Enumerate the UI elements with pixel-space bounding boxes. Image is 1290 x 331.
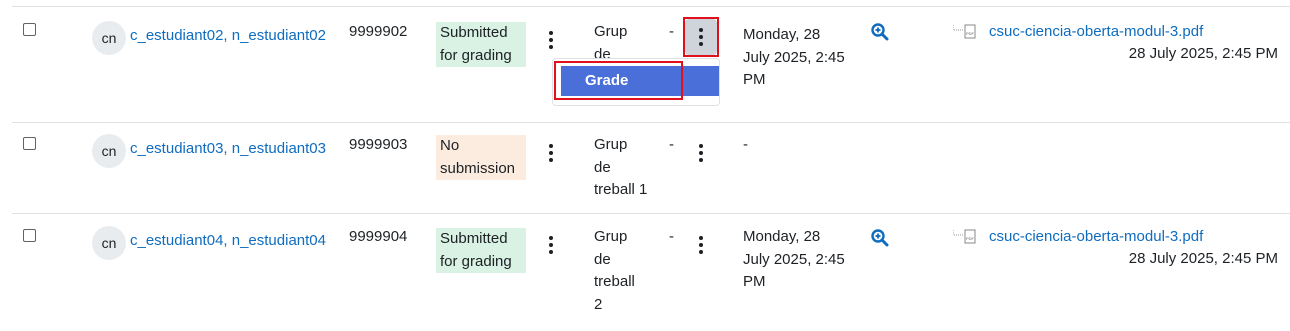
status-line: Submitted [440,24,508,41]
last-modified-date: - [743,134,855,157]
row-select-checkbox[interactable] [23,229,36,242]
group-line: de [594,158,611,176]
grade-actions-kebab-icon[interactable] [692,233,710,259]
last-modified-date: Monday, 28 July 2025, 2:45 PM [743,24,855,92]
status-actions-kebab-icon[interactable] [542,233,560,259]
status-actions-kebab-icon[interactable] [542,28,560,54]
row-select-checkbox[interactable] [23,137,36,150]
highlight-box [554,61,683,100]
date-line: Monday, 28 [743,26,821,43]
avatar: cn [92,21,126,55]
status-line: for grading [440,252,512,270]
pdf-file-icon: PDF [953,24,976,39]
status-line: Submitted [440,230,508,247]
id-number: 9999904 [349,228,408,245]
status-badge: Submitted for grading [436,228,526,273]
group-line: de [594,250,611,268]
group-dash: - [669,136,674,153]
status-line: submission [440,159,516,177]
date-line: July 2025, 2:45 [743,250,845,268]
row-select-checkbox[interactable] [23,23,36,36]
submission-file-link[interactable]: csuc-ciencia-oberta-modul-3.pdf [989,226,1203,249]
student-name-link[interactable]: c_estudiant03, n_estudiant03 [130,138,326,161]
submission-file-link[interactable]: csuc-ciencia-oberta-modul-3.pdf [989,21,1203,44]
student-name-link[interactable]: c_estudiant02, n_estudiant02 [130,25,326,48]
search-plus-icon[interactable] [871,229,889,247]
group-line: Grup [594,136,628,153]
date-line: - [743,136,748,153]
pdf-file-icon: PDF [953,229,976,244]
last-modified-date: Monday, 28 July 2025, 2:45 PM [743,226,855,294]
status-badge: Submitted for grading [436,22,526,67]
group-line: treball 1 [594,181,648,198]
file-date: 28 July 2025, 2:45 PM [1128,45,1278,62]
search-plus-icon[interactable] [871,23,889,41]
file-date: 28 July 2025, 2:45 PM [1128,250,1278,267]
date-line: PM [743,71,766,88]
status-line: No [440,137,460,154]
grade-actions-kebab-icon[interactable] [692,141,710,167]
group-dash: - [669,23,674,40]
avatar: cn [92,226,126,260]
group-line: Grup [594,228,628,245]
table-row: cn c_estudiant03, n_estudiant03 9999903 … [12,122,1290,214]
date-line: PM [743,273,766,290]
status-badge: No submission [436,135,526,180]
group-name: Grup de treball 2 [594,226,654,316]
group-name: Grup de treball 1 [594,134,654,202]
id-number: 9999903 [349,136,408,153]
status-actions-kebab-icon[interactable] [542,141,560,167]
group-line: Grup [594,23,628,40]
student-name-link[interactable]: c_estudiant04, n_estudiant04 [130,230,326,253]
svg-text:PDF: PDF [966,236,975,241]
highlight-box [683,17,719,57]
status-line: for grading [440,46,512,64]
date-line: July 2025, 2:45 [743,48,845,66]
svg-text:PDF: PDF [966,31,975,36]
group-line: 2 [594,295,603,313]
id-number: 9999902 [349,23,408,40]
group-line: treball [594,273,635,290]
table-row: cn c_estudiant04, n_estudiant04 9999904 … [12,214,1290,331]
date-line: Monday, 28 [743,228,821,245]
avatar: cn [92,134,126,168]
group-dash: - [669,228,674,245]
